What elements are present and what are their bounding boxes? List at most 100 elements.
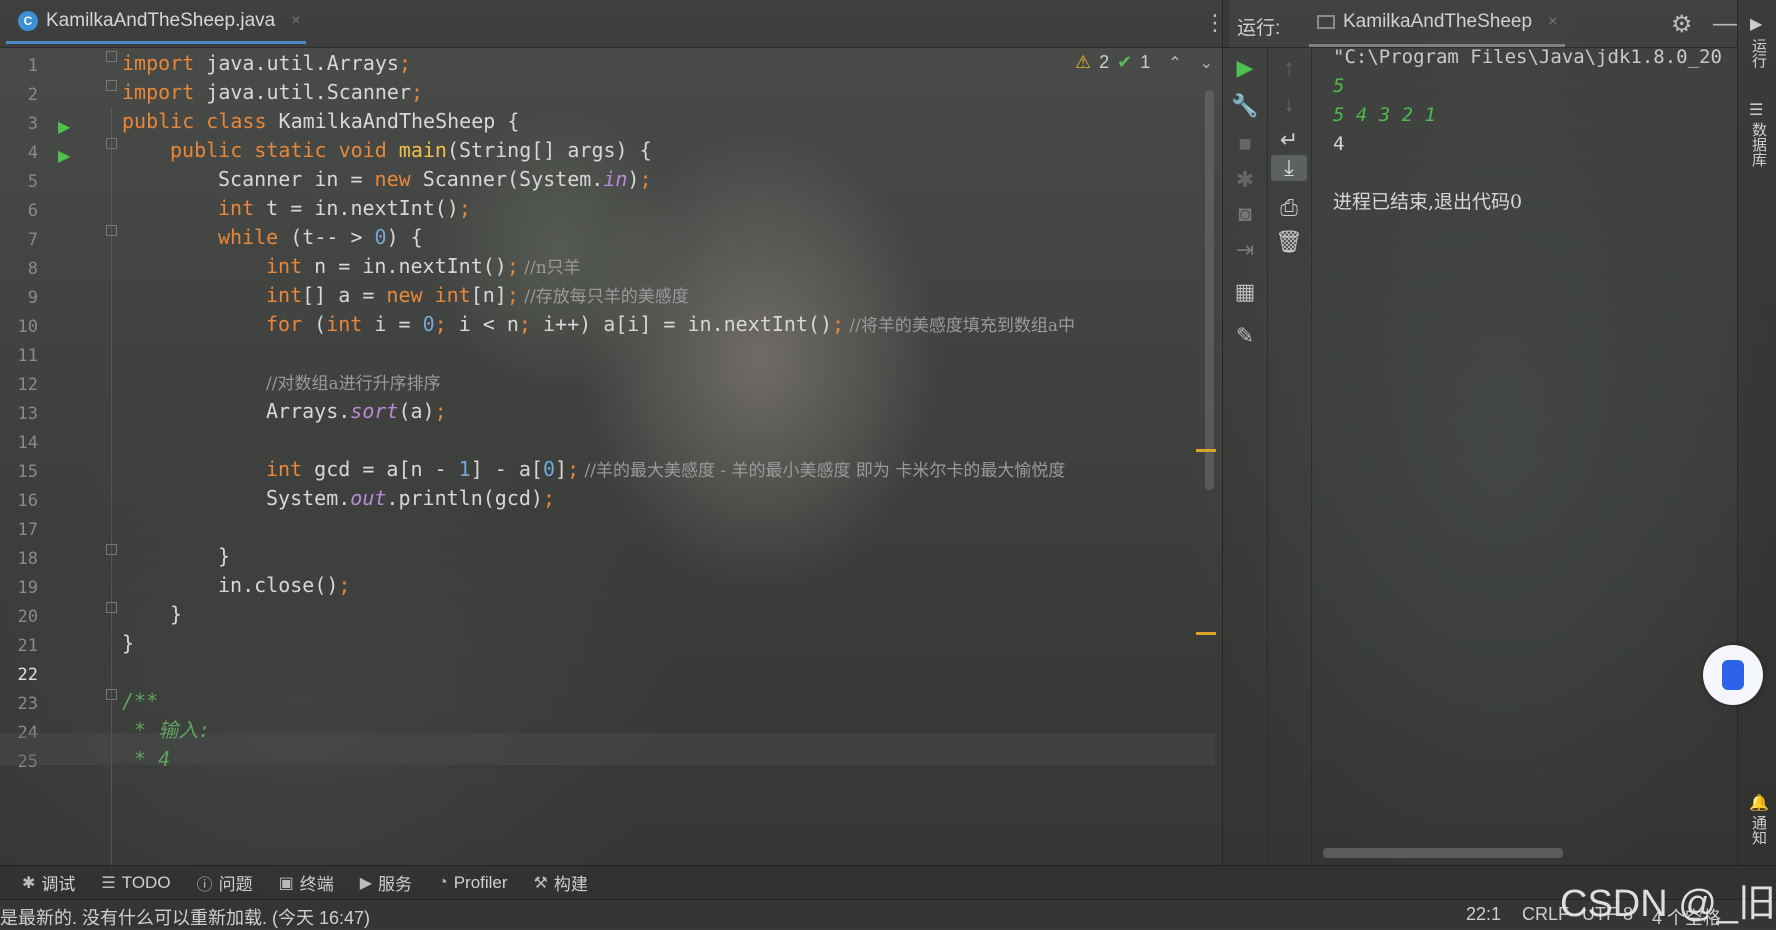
stripe-database-label[interactable]: 数据库 — [1748, 122, 1769, 167]
close-icon[interactable]: × — [1548, 13, 1557, 31]
line-number: 5 — [27, 172, 38, 192]
fold-icon[interactable] — [106, 602, 117, 613]
tool-tab-label: Profiler — [453, 872, 508, 892]
rerun-icon[interactable]: ▶ — [1223, 55, 1267, 81]
bug-icon: ✱ — [22, 874, 36, 892]
console-output[interactable]: "C:\Program Files\Java\jdk1.8.0_20 5 5 4… — [1333, 46, 1738, 847]
java-class-icon: C — [18, 10, 38, 31]
editor-tab-kamilka[interactable]: C KamilkaAndTheSheep.java × — [6, 0, 306, 44]
exit-icon[interactable]: ⇥ — [1223, 237, 1267, 263]
run-toolbar-right: ↑ ↓ ↵ ⤓ ⎙ 🗑 — [1267, 47, 1312, 865]
code-line-15: int gcd = a[n - 1] - a[0]; //羊的最大美感度 - 羊… — [266, 457, 1066, 481]
code-line-10: for (int i = 0; i < n; i++) a[i] = in.ne… — [266, 312, 1076, 336]
run-stripe-icon[interactable]: ▶ — [1750, 14, 1762, 34]
csdn-watermark: CSDN @_旧梧 — [1560, 883, 1776, 925]
close-icon[interactable]: × — [291, 12, 300, 30]
tool-tab-label: 终端 — [299, 875, 334, 894]
tool-tab-debug[interactable]: ✱ 调试 — [22, 870, 75, 895]
code-line-19: in.close(); — [218, 573, 351, 597]
floating-plugin-button[interactable] — [1703, 645, 1763, 705]
bell-icon[interactable]: 🔔 — [1749, 793, 1769, 813]
pin-icon[interactable]: ✎ — [1223, 323, 1267, 349]
soft-wrap-icon[interactable]: ↵ — [1267, 127, 1311, 153]
list-icon: ☰ — [101, 874, 116, 892]
fold-icon[interactable] — [106, 225, 117, 236]
profiler-icon: ◔ — [438, 873, 448, 891]
code-line-18: } — [218, 544, 231, 568]
trash-icon[interactable]: 🗑 — [1267, 229, 1311, 255]
gear-icon[interactable]: ⚙ — [1671, 10, 1693, 39]
debug-bug-icon[interactable]: ✱ — [1223, 167, 1267, 193]
stripe-run-label[interactable]: 运行 — [1748, 38, 1769, 68]
tool-tab-label: 调试 — [41, 875, 76, 894]
hammer-icon: ⚒ — [533, 874, 548, 892]
fold-icon[interactable] — [106, 138, 117, 149]
run-toolbar-left: ▶ 🔧 ■ ✱ ◙ ⇥ ▦ ✎ — [1223, 47, 1268, 865]
camera-icon[interactable]: ◙ — [1223, 201, 1267, 227]
caret-position[interactable]: 22:1 — [1466, 904, 1501, 925]
line-number: 14 — [17, 433, 38, 453]
info-icon: ⓘ — [196, 876, 213, 894]
arrow-up-icon[interactable]: ↑ — [1267, 55, 1311, 81]
code-line-21: } — [122, 631, 135, 655]
console-input-line: 5 4 3 2 1 — [1333, 104, 1436, 126]
minimize-icon[interactable]: — — [1713, 10, 1737, 38]
tool-tab-build[interactable]: ⚒ 构建 — [534, 870, 588, 895]
terminal-icon: ▣ — [278, 874, 294, 892]
editor-tab-bar: C KamilkaAndTheSheep.java × ⋮ — [0, 0, 1230, 48]
code-line-20: } — [170, 602, 183, 626]
line-number: 13 — [17, 404, 38, 424]
fold-icon[interactable] — [106, 51, 117, 62]
tool-tab-problems[interactable]: ⓘ 问题 — [197, 870, 253, 895]
status-bar: 是最新的. 没有什么可以重新加载. (今天 16:47) 22:1 CRLF U… — [0, 899, 1776, 929]
run-class-icon[interactable]: ▶ — [58, 117, 70, 137]
line-number: 20 — [17, 607, 38, 627]
layout-icon[interactable]: ▦ — [1223, 279, 1267, 305]
stop-icon[interactable]: ■ — [1223, 131, 1267, 157]
fold-icon[interactable] — [106, 689, 117, 700]
run-main-icon[interactable]: ▶ — [58, 146, 70, 166]
line-number: 9 — [27, 288, 38, 308]
plugin-icon — [1722, 660, 1744, 690]
line-number: 19 — [17, 578, 38, 598]
line-number: 10 — [17, 317, 38, 337]
tool-tab-label: TODO — [121, 872, 171, 892]
warning-marker[interactable] — [1196, 449, 1216, 452]
line-number: 21 — [17, 636, 38, 656]
tool-tab-services[interactable]: ▶ 服务 — [360, 870, 412, 895]
code-line-16: System.out.println(gcd); — [266, 486, 556, 510]
stripe-notify-label[interactable]: 通知 — [1748, 815, 1769, 845]
code-area[interactable]: import java.util.Arrays; import java.uti… — [122, 47, 1202, 865]
arrow-down-icon[interactable]: ↓ — [1267, 91, 1311, 117]
tool-tab-terminal[interactable]: ▣ 终端 — [279, 870, 334, 895]
line-number: 1 — [27, 56, 38, 76]
tool-tab-label: 问题 — [218, 875, 253, 894]
database-icon[interactable]: ☰ — [1749, 100, 1763, 120]
fold-icon[interactable] — [106, 80, 117, 91]
fold-icon[interactable] — [106, 544, 117, 555]
run-config-tab[interactable]: KamilkaAndTheSheep × — [1309, 0, 1566, 47]
tool-tab-label: 构建 — [553, 875, 588, 894]
status-message[interactable]: 是最新的. 没有什么可以重新加载. (今天 16:47) — [0, 904, 370, 930]
tool-window-bar: ✱ 调试 ☰ TODO ⓘ 问题 ▣ 终端 ▶ 服务 ◔ Profiler ⚒ 构建 — [0, 865, 1776, 899]
editor-scrollbar[interactable] — [1205, 90, 1214, 490]
code-line-8: int n = in.nextInt(); //n只羊 — [266, 254, 581, 278]
line-number: 8 — [27, 259, 38, 279]
line-number: 15 — [17, 462, 38, 482]
tool-tab-todo[interactable]: ☰ TODO — [101, 873, 170, 893]
line-number: 3 — [27, 114, 38, 134]
code-line-5: Scanner in = new Scanner(System.in); — [218, 167, 652, 191]
warning-marker[interactable] — [1196, 632, 1216, 635]
scroll-to-end-icon[interactable]: ⤓ — [1271, 155, 1307, 181]
console-command: "C:\Program Files\Java\jdk1.8.0_20 — [1333, 46, 1722, 68]
wrench-icon[interactable]: 🔧 — [1223, 93, 1267, 119]
tool-tab-profiler[interactable]: ◔ Profiler — [438, 873, 508, 893]
console-scrollbar[interactable] — [1323, 848, 1563, 858]
print-icon[interactable]: ⎙ — [1267, 195, 1311, 221]
right-tool-stripe: ▶ 运行 ☰ 数据库 🔔 通知 — [1737, 0, 1776, 865]
line-number: 4 — [27, 143, 38, 163]
run-tool-window: 运行: KamilkaAndTheSheep × ⚙ — ▶ 🔧 ■ ✱ ◙ ⇥… — [1222, 0, 1738, 865]
code-line-2: import java.util.Scanner; — [122, 80, 424, 104]
console-input-line: 5 — [1333, 75, 1345, 97]
line-number: 6 — [27, 201, 38, 221]
